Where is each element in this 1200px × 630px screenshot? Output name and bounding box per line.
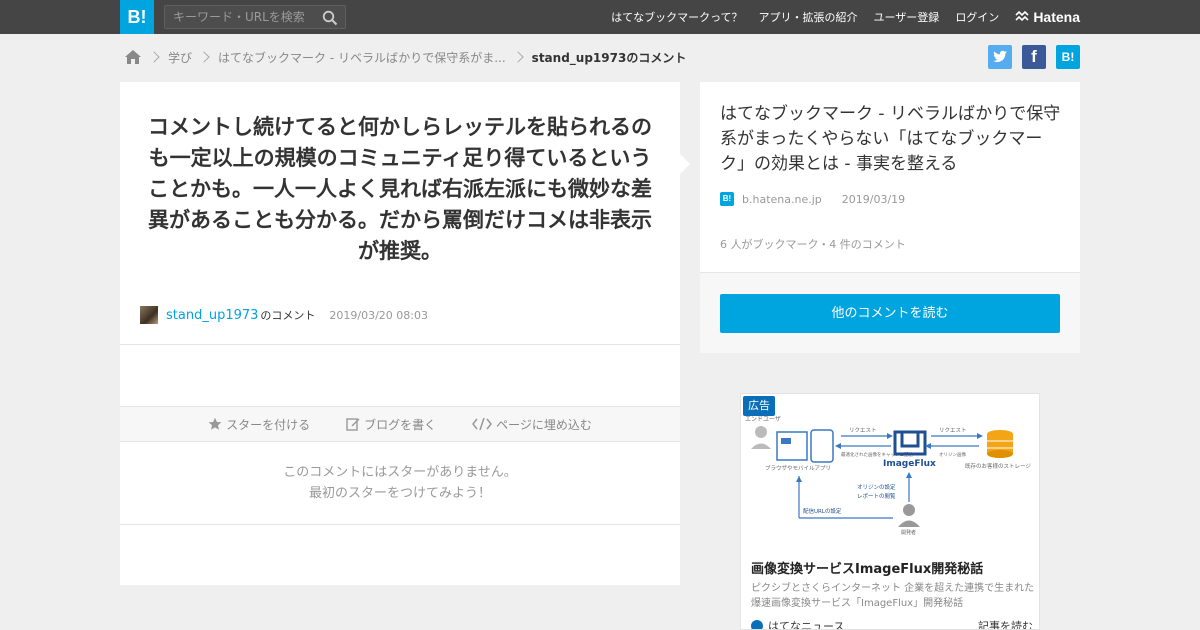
embed-button[interactable]: ページに埋め込む xyxy=(472,416,592,433)
divider xyxy=(120,524,680,525)
ad-label-browser: ブラウザやモバイルアプリ xyxy=(765,464,831,472)
ad-label-developer: 開発者 xyxy=(901,529,916,536)
ad-label-end-user: エンドユーザ xyxy=(745,416,781,423)
read-other-comments-button[interactable]: 他のコメントを読む xyxy=(720,294,1060,333)
star-icon xyxy=(208,417,222,430)
search-input[interactable] xyxy=(165,6,315,28)
ad-description: ピクシブとさくらインターネット 企業を超えた連携で生まれた爆速画像変換サービス「… xyxy=(751,583,1035,609)
hatena-bookmark-logo[interactable]: B! xyxy=(120,0,154,34)
nav-apps[interactable]: アプリ・拡張の紹介 xyxy=(759,9,858,25)
entry-info: はてなブックマーク - リベラルばかりで保守系がまったくやらない「はてなブックマ… xyxy=(700,82,1080,273)
breadcrumb-current: stand_up1973のコメント xyxy=(531,50,687,65)
top-nav: はてなブックマークって？ アプリ・拡張の紹介 ユーザー登録 ログイン Haten… xyxy=(595,0,1080,34)
ad-label-request-1: リクエスト xyxy=(849,427,877,434)
ad-label-settings-2: レポートの閲覧 xyxy=(857,492,896,500)
hatena-brand-icon xyxy=(1015,11,1029,22)
no-star-line1: このコメントにはスターがありません。 xyxy=(283,465,517,480)
divider xyxy=(120,344,680,345)
entry-title-link[interactable]: はてなブックマーク - リベラルばかりで保守系がまったくやらない「はてなブックマ… xyxy=(720,102,1065,177)
nav-login[interactable]: ログイン xyxy=(955,9,999,25)
chevron-right-icon xyxy=(148,51,160,63)
comment-card: コメントし続けてると何かしらレッテルを貼られるのも一定以上の規模のコミュニティ足… xyxy=(120,82,690,585)
breadcrumb: 学び はてなブックマーク - リベラルばかりで保守系がま... stand_up… xyxy=(124,45,686,69)
comment-text: コメントし続けてると何かしらレッテルを貼られるのも一定以上の規模のコミュニティ足… xyxy=(148,115,652,263)
edit-icon xyxy=(346,418,360,431)
entry-date: 2019/03/19 xyxy=(841,192,906,206)
write-blog-button[interactable]: ブログを書く xyxy=(346,416,436,433)
no-star-line2: 最初のスターをつけてみよう！ xyxy=(308,486,491,501)
add-star-button[interactable]: スターを付ける xyxy=(208,416,310,433)
chevron-right-icon xyxy=(512,51,524,63)
ad-label-delivery: 配信URLの設定 xyxy=(803,507,842,515)
breadcrumb-category[interactable]: 学び xyxy=(168,49,192,66)
search-icon[interactable] xyxy=(322,10,338,26)
entry-source: B! b.hatena.ne.jp 2019/03/19 xyxy=(720,192,905,206)
entry-panel: はてなブックマーク - リベラルばかりで保守系がまったくやらない「はてなブックマ… xyxy=(700,82,1080,353)
hatena-brand-link[interactable]: Hatena xyxy=(1015,9,1080,25)
comment-user-link[interactable]: stand_up1973 xyxy=(166,308,258,323)
search-box xyxy=(164,5,346,29)
share-buttons: f B! xyxy=(978,45,1080,69)
twitter-icon xyxy=(993,50,1007,63)
entry-domain[interactable]: b.hatena.ne.jp xyxy=(742,193,822,206)
nav-about[interactable]: はてなブックマークって？ xyxy=(611,9,742,25)
ad-label-origin: オリジン画像 xyxy=(939,451,966,458)
entry-stats: 6 人がブックマーク・4 件のコメント xyxy=(720,238,906,251)
comment-actions: スターを付ける ブログを書く ページに埋め込む xyxy=(120,406,680,442)
avatar[interactable] xyxy=(140,306,158,324)
write-blog-label: ブログを書く xyxy=(364,417,437,432)
no-star-message: このコメントにはスターがありません。 最初のスターをつけてみよう！ xyxy=(120,462,680,504)
ad-label-imageflux: ImageFlux xyxy=(883,459,936,469)
ad-label-request-2: リクエスト xyxy=(939,427,967,434)
home-icon[interactable] xyxy=(124,49,142,65)
facebook-share-button[interactable]: f xyxy=(1022,45,1046,69)
ad-diagram-image: エンドユーザ ブラウザやモバイルアプリ リクエスト 最適化された画像をキャッシュ… xyxy=(745,416,1031,536)
facebook-icon: f xyxy=(1031,47,1037,66)
ad-footer: はてなニュース 記事を読む xyxy=(751,618,1033,630)
chevron-right-icon xyxy=(198,51,210,63)
breadcrumb-entry[interactable]: はてなブックマーク - リベラルばかりで保守系がま... xyxy=(218,49,506,66)
hatena-share-button[interactable]: B! xyxy=(1056,45,1080,69)
nav-register[interactable]: ユーザー登録 xyxy=(874,9,940,25)
embed-label: ページに埋め込む xyxy=(496,417,592,432)
comment-timestamp[interactable]: 2019/03/20 08:03 xyxy=(329,309,428,322)
hatena-news-icon xyxy=(751,620,763,629)
hatena-bookmark-icon: B! xyxy=(1061,50,1075,64)
top-bar: B! はてなブックマークって？ アプリ・拡張の紹介 ユーザー登録 ログイン Ha… xyxy=(0,0,1200,34)
add-star-label: スターを付ける xyxy=(226,417,311,432)
ad-label-settings-1: オリジンの設定 xyxy=(857,483,896,491)
code-icon xyxy=(472,417,493,431)
comment-suffix: のコメント xyxy=(260,309,316,322)
ad-source: はてなニュース xyxy=(751,618,845,630)
card-pointer xyxy=(680,154,690,174)
comment-meta: stand_up1973 のコメント 2019/03/20 08:03 xyxy=(140,305,428,325)
ad-card[interactable]: エンドユーザ ブラウザやモバイルアプリ リクエスト 最適化された画像をキャッシュ… xyxy=(740,393,1040,630)
hatena-brand-text: Hatena xyxy=(1033,9,1080,25)
ad-read-more-link[interactable]: 記事を読む xyxy=(978,618,1033,629)
ad-badge: 広告 xyxy=(743,396,775,416)
ad-source-name: はてなニュース xyxy=(768,620,845,630)
ad-title[interactable]: 画像変換サービスImageFlux開発秘話 xyxy=(751,558,983,577)
twitter-share-button[interactable] xyxy=(988,45,1012,69)
site-favicon-icon: B! xyxy=(720,192,734,206)
ad-label-storage: 既存のお客様のストレージ xyxy=(965,462,1031,470)
